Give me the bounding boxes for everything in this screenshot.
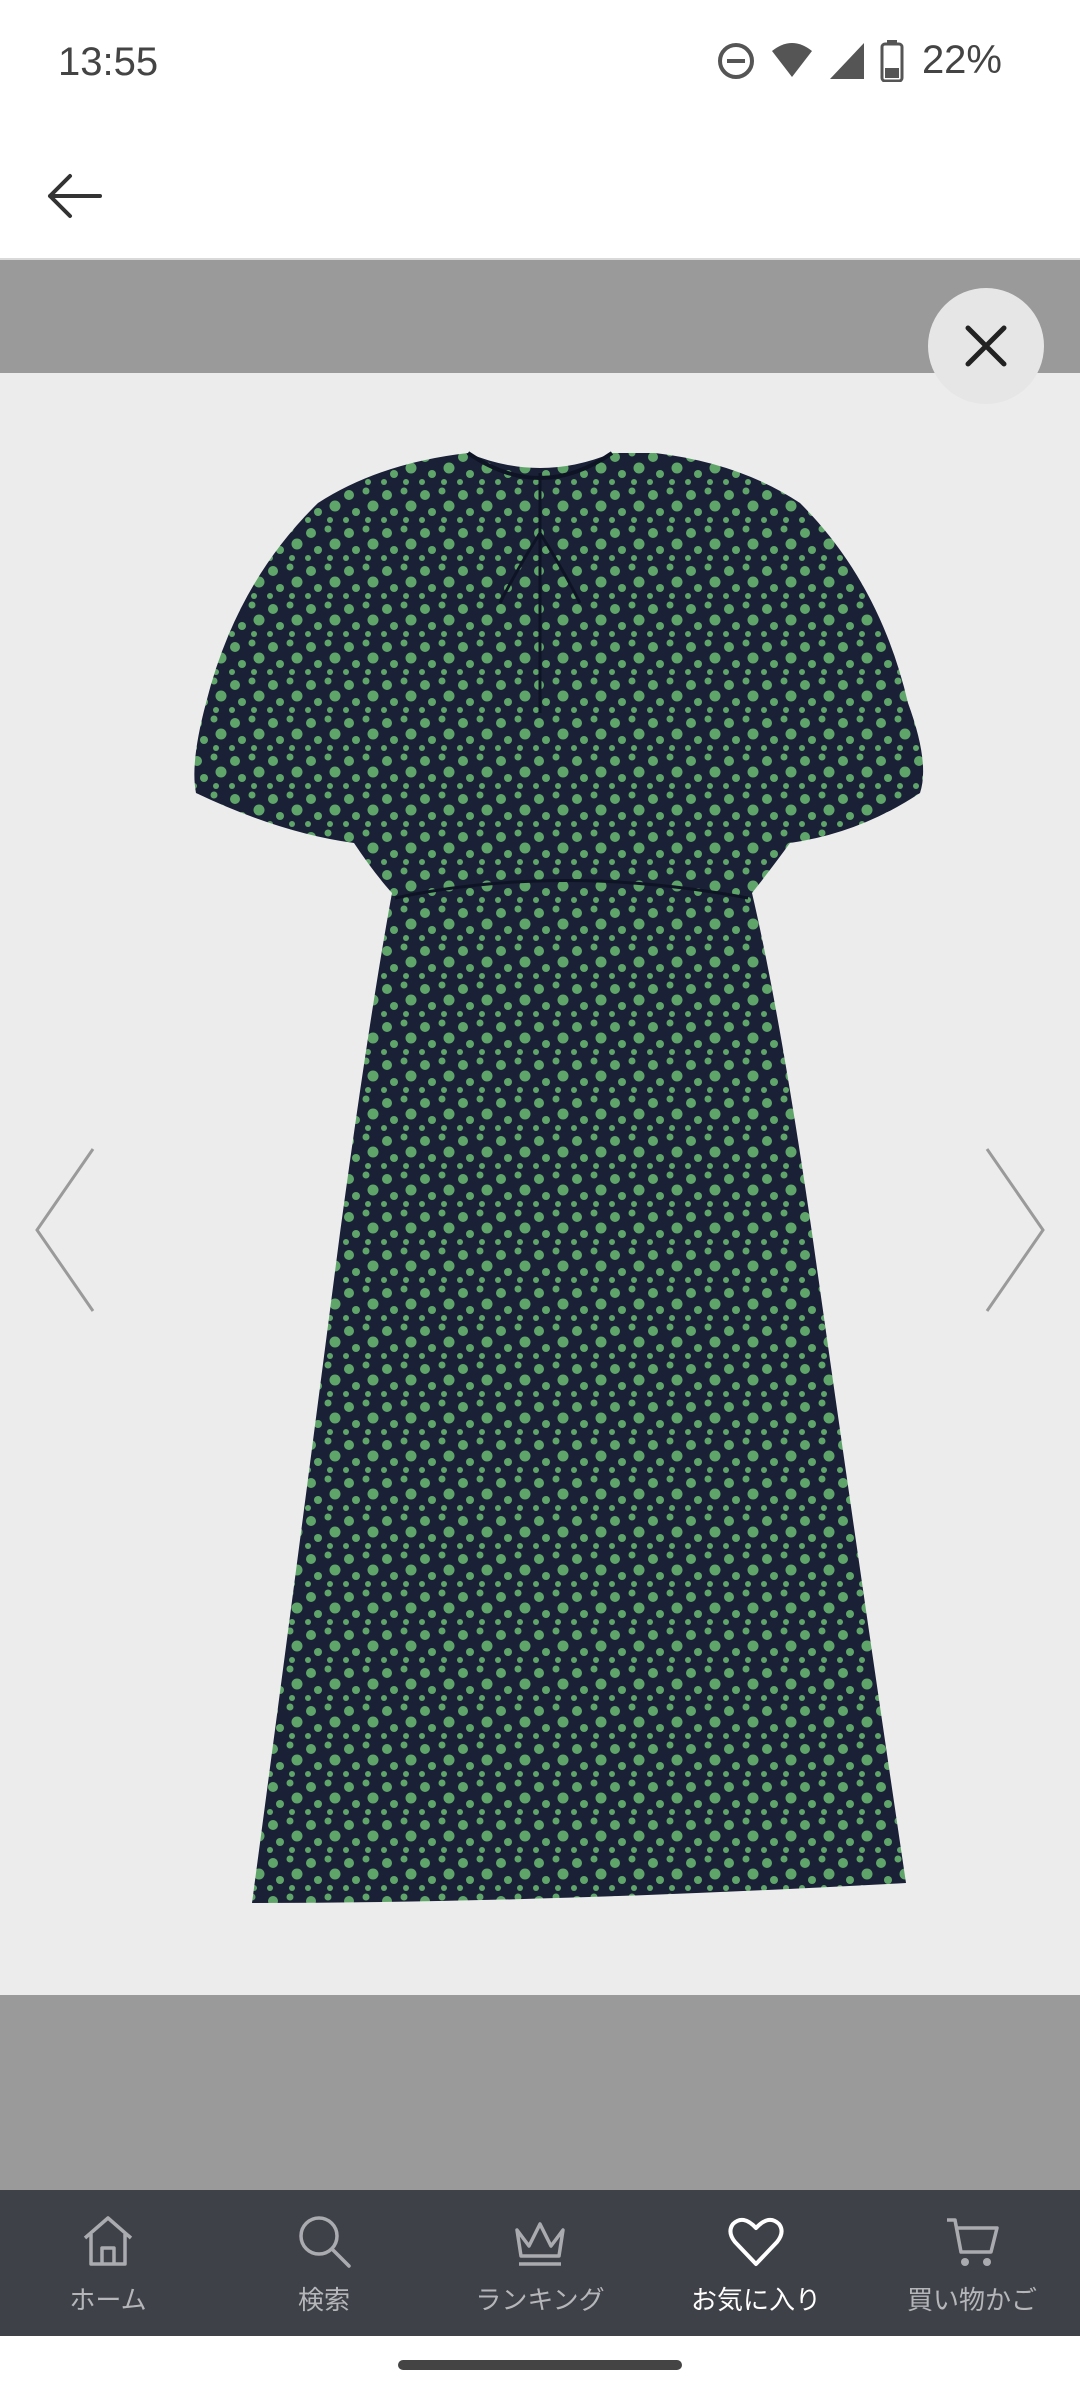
battery-icon: [880, 39, 904, 82]
crown-icon: [515, 2222, 565, 2266]
nav-label-search: 検索: [297, 2285, 350, 2315]
product-photo[interactable]: [0, 373, 1080, 1995]
previous-image-button[interactable]: [24, 1140, 104, 1320]
heart-icon: [728, 2217, 784, 2266]
search-icon: [299, 2216, 351, 2268]
close-button[interactable]: [928, 288, 1044, 404]
gesture-area: [0, 2336, 1080, 2400]
bottom-navigation: ホーム 検索 ランキング お気に入り 買い物かご: [0, 2190, 1080, 2336]
back-button[interactable]: [36, 158, 112, 234]
nav-label-favorites: お気に入り: [690, 2285, 821, 2315]
signal-icon: [828, 41, 866, 81]
chevron-left-icon: [35, 1148, 95, 1312]
nav-item-cart[interactable]: 買い物かご: [864, 2190, 1080, 2336]
arrow-left-icon: [48, 174, 102, 218]
close-icon: [965, 325, 1007, 367]
app-header: [0, 130, 1080, 260]
dress-image: [194, 451, 924, 1903]
nav-label-home: ホーム: [69, 2285, 147, 2315]
status-icons: 22%: [716, 38, 1002, 83]
nav-item-ranking[interactable]: ランキング: [432, 2190, 648, 2336]
do-not-disturb-icon: [716, 41, 756, 81]
home-gesture-bar[interactable]: [398, 2360, 682, 2370]
home-icon: [83, 2216, 133, 2266]
nav-item-home[interactable]: ホーム: [0, 2190, 216, 2336]
wifi-icon: [770, 41, 814, 81]
nav-label-cart: 買い物かご: [906, 2285, 1037, 2315]
status-time: 13:55: [58, 40, 159, 84]
image-gallery: [0, 260, 1080, 2190]
cart-icon: [947, 2218, 999, 2266]
nav-label-ranking: ランキング: [475, 2285, 605, 2315]
battery-percent: 22%: [921, 38, 1002, 82]
status-bar: 13:55 22%: [0, 0, 1080, 130]
nav-item-favorites[interactable]: お気に入り: [648, 2190, 864, 2336]
nav-item-search[interactable]: 検索: [216, 2190, 432, 2336]
next-image-button[interactable]: [976, 1140, 1056, 1320]
chevron-right-icon: [985, 1148, 1045, 1312]
